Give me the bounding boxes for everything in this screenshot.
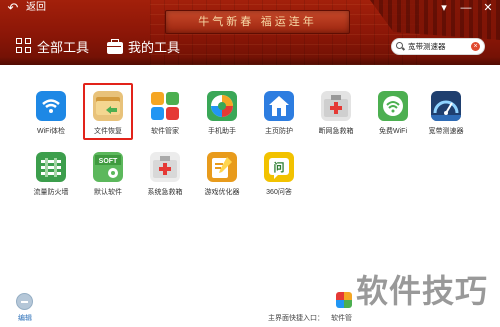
tool-label: 软件管家 [151, 128, 179, 135]
shortcut-label: 主界面快捷入口： [268, 315, 324, 322]
tool-speed-test[interactable]: 宽带测速器 [418, 91, 474, 143]
tool-software-manager[interactable]: 软件管家 [137, 91, 193, 143]
tool-label: 系统急救箱 [147, 189, 183, 196]
watermark: 软件技巧 [356, 272, 489, 310]
tool-default-software[interactable]: SOFT 默认软件 [80, 152, 136, 204]
speed-test-icon [431, 91, 461, 121]
tool-network-rescue[interactable]: 断网急救箱 [308, 91, 364, 143]
phone-assistant-icon [207, 91, 237, 121]
homepage-protect-icon [264, 91, 294, 121]
shortcut-app-label[interactable]: 软件管 [331, 313, 352, 323]
tool-free-wifi[interactable]: 免费WiFi [365, 91, 421, 143]
tool-file-recovery[interactable]: 文件恢复 [80, 91, 136, 143]
close-icon[interactable]: ✕ [480, 1, 496, 15]
firewall-icon [36, 152, 66, 182]
svg-text:问: 问 [274, 160, 285, 174]
file-recovery-icon [93, 91, 123, 121]
tool-wifi-check[interactable]: WiFi体检 [23, 91, 79, 143]
tool-game-optimizer[interactable]: 游戏优化器 [194, 152, 250, 204]
titlebar: ↶ 返回 ▾ — ✕ [0, 0, 500, 16]
tab-all-tools-label: 全部工具 [37, 39, 90, 55]
tool-grid: WiFi体检 文件恢复 软件管家 手机助手 主页防护 断网急救箱 免费WiFi … [0, 65, 500, 280]
tool-label: 360问答 [266, 189, 292, 196]
search-icon[interactable] [396, 42, 405, 51]
tool-homepage-protect[interactable]: 主页防护 [251, 91, 307, 143]
software-manager-icon [150, 91, 180, 121]
tool-label: 断网急救箱 [318, 128, 354, 135]
free-wifi-icon [378, 91, 408, 121]
tool-label: 免费WiFi [379, 128, 407, 135]
game-optimizer-icon [207, 152, 237, 182]
tool-phone-assistant[interactable]: 手机助手 [194, 91, 250, 143]
search-box[interactable]: 宽带测速器 × [391, 38, 485, 55]
edit-icon[interactable] [16, 293, 33, 310]
wifi-check-icon [36, 91, 66, 121]
tool-label: 默认软件 [94, 189, 122, 196]
tab-my-tools[interactable]: 我的工具 [107, 36, 180, 56]
grid-icon [16, 38, 32, 54]
tool-system-rescue[interactable]: 系统急救箱 [137, 152, 193, 204]
network-rescue-icon [321, 91, 351, 121]
tool-label: 主页防护 [265, 128, 293, 135]
tool-qa[interactable]: 问 360问答 [251, 152, 307, 204]
back-icon[interactable]: ↶ [4, 1, 22, 15]
qa-icon: 问 [264, 152, 294, 182]
tool-label: WiFi体检 [37, 128, 65, 135]
tab-all-tools[interactable]: 全部工具 [16, 36, 89, 56]
software-manager-shortcut-icon[interactable] [336, 292, 352, 308]
tool-firewall[interactable]: 流量防火墙 [23, 152, 79, 204]
window-controls: ▾ — ✕ [436, 1, 496, 15]
briefcase-icon [107, 39, 123, 54]
tool-label: 游戏优化器 [204, 189, 240, 196]
tool-label: 流量防火墙 [33, 189, 69, 196]
tool-label: 宽带测速器 [428, 128, 464, 135]
system-rescue-icon [150, 152, 180, 182]
default-software-icon: SOFT [93, 152, 123, 182]
back-label[interactable]: 返回 [26, 2, 46, 14]
tool-label: 文件恢复 [94, 128, 122, 135]
minimize-icon[interactable]: — [458, 1, 474, 15]
edit-label[interactable]: 编辑 [18, 313, 32, 323]
tool-label: 手机助手 [208, 128, 236, 135]
tab-my-tools-label: 我的工具 [128, 39, 181, 55]
clear-search-icon[interactable]: × [471, 42, 480, 51]
header: 牛气新春 福运连年 ↶ 返回 ▾ — ✕ 全部工具 我的工具 宽带测速器 × [0, 0, 500, 65]
svg-text:SOFT: SOFT [99, 158, 118, 165]
menu-dropdown-icon[interactable]: ▾ [436, 1, 452, 15]
search-input[interactable]: 宽带测速器 [408, 41, 468, 52]
header-shadow [0, 57, 500, 65]
